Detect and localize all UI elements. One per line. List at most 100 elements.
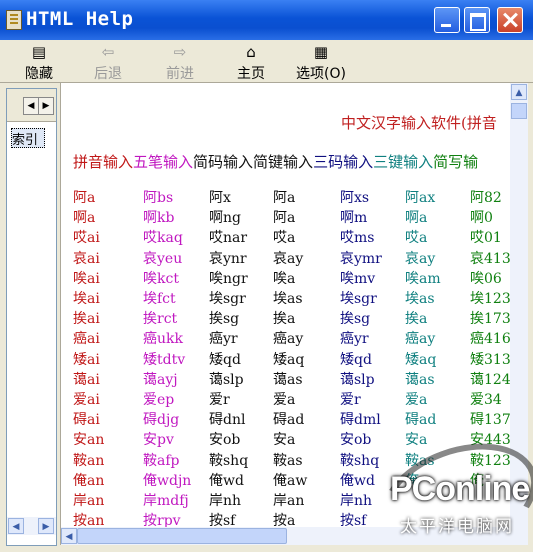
grid-cell: 啊a xyxy=(405,210,428,227)
grid-cell: 癌416 xyxy=(470,331,511,348)
back-button[interactable]: ⇦ 后退 xyxy=(85,40,131,82)
grid-cell: 俺wd xyxy=(209,472,244,489)
grid-cell: 啊a xyxy=(73,210,96,227)
grid-cell: 挨sg xyxy=(209,311,240,328)
grid-cell: 唉ngr xyxy=(209,270,248,287)
grid-cell: 阿a xyxy=(273,210,296,227)
grid-cell: 唉ai xyxy=(73,270,100,287)
category-label: 简码输入 xyxy=(193,153,254,171)
grid-cell: 碍ad xyxy=(273,412,305,429)
nav-horizontal-scrollbar[interactable]: ◀ ▶ xyxy=(7,517,56,535)
grid-cell: 癌yr xyxy=(340,331,369,348)
grid-cell: 挨rct xyxy=(143,311,178,328)
grid-cell: 唉06 xyxy=(470,270,502,287)
grid-cell: 俺wdjn xyxy=(143,472,192,489)
grid-cell: 埃as xyxy=(273,291,303,307)
category-label: 五笔输入 xyxy=(133,153,194,171)
grid-cell: 挨173 xyxy=(470,311,511,328)
forward-arrow-icon: ⇨ xyxy=(173,43,187,61)
grid-cell: 碍ad xyxy=(405,412,437,429)
tab-scroll-left-button[interactable]: ◀ xyxy=(23,97,39,115)
category-label: 拼音输入 xyxy=(73,153,134,171)
title-bar[interactable]: HTML Help xyxy=(0,0,533,40)
home-button[interactable]: ⌂ 主页 xyxy=(228,40,274,82)
grid-cell: 癌ay xyxy=(273,331,304,348)
grid-cell: 唉am xyxy=(405,270,441,287)
forward-button[interactable]: ⇨ 前进 xyxy=(157,40,203,82)
category-label: 简写输 xyxy=(433,153,479,171)
scroll-left-button[interactable]: ◀ xyxy=(61,528,77,544)
grid-cell: 啊ng xyxy=(209,210,241,227)
grid-cell: 俺an xyxy=(73,472,105,489)
grid-cell: 阿ax xyxy=(405,190,436,206)
tab-index[interactable]: 索引 xyxy=(11,128,45,148)
horizontal-scroll-thumb[interactable] xyxy=(77,528,287,544)
grid-cell: 爱34 xyxy=(470,392,502,408)
pconline-watermark: PConline 太平洋电脑网 xyxy=(338,423,533,552)
maximize-button[interactable] xyxy=(464,7,490,33)
vertical-scroll-thumb[interactable] xyxy=(511,103,527,119)
hide-label: 隐藏 xyxy=(25,66,53,82)
grid-cell: 阿82 xyxy=(470,190,502,206)
grid-cell: 挨ai xyxy=(73,311,100,328)
grid-cell: 鞍shq xyxy=(209,452,249,469)
grid-cell: 唉kct xyxy=(143,270,179,287)
grid-cell: 阿xs xyxy=(340,190,370,206)
grid-cell: 哎a xyxy=(405,230,428,247)
grid-cell: 埃sgr xyxy=(209,291,246,307)
grid-cell: 矮aq xyxy=(273,351,305,368)
grid-cell: 矮qd xyxy=(340,351,372,368)
grid-cell: 哀ay xyxy=(405,250,436,267)
grid-cell: 鞍afp xyxy=(143,452,180,469)
grid-cell: 碍dml xyxy=(340,412,381,429)
grid-cell: 蔼as xyxy=(405,371,435,388)
grid-cell: 鞍as xyxy=(273,452,303,469)
home-label: 主页 xyxy=(237,66,265,82)
minimize-button[interactable] xyxy=(434,7,460,33)
grid-cell: 爱r xyxy=(209,392,230,408)
grid-cell: 岸nh xyxy=(209,493,242,509)
nav-scroll-right-button[interactable]: ▶ xyxy=(38,518,54,534)
grid-cell: 蔼124 xyxy=(470,371,511,388)
grid-cell: 挨a xyxy=(405,311,428,328)
grid-cell: 挨a xyxy=(273,311,296,328)
hide-button[interactable]: ▤ 隐藏 xyxy=(14,40,64,82)
close-button[interactable] xyxy=(497,7,523,33)
grid-cell: 埃123 xyxy=(470,291,511,307)
grid-cell: 爱a xyxy=(273,392,296,408)
grid-cell: 俺aw xyxy=(273,472,308,489)
grid-cell: 岸an xyxy=(273,493,305,509)
options-icon: ▦ xyxy=(313,43,329,61)
category-row: 拼音输入五笔输入简码输入简键输入三码输入三键输入简写输 xyxy=(73,151,478,172)
grid-cell: 唉mv xyxy=(340,270,376,287)
grid-cell: 癌ai xyxy=(73,331,100,348)
hide-pane-icon: ▤ xyxy=(31,43,47,61)
scroll-up-button[interactable]: ▲ xyxy=(511,84,527,100)
grid-cell: 鞍an xyxy=(73,452,105,469)
grid-cell: 碍ai xyxy=(73,412,100,429)
nav-scroll-left-button[interactable]: ◀ xyxy=(8,518,24,534)
grid-cell: 安ob xyxy=(209,432,241,449)
grid-cell: 埃sgr xyxy=(340,291,377,307)
grid-cell: 哎ai xyxy=(73,230,100,247)
grid-cell: 埃fct xyxy=(143,291,176,307)
watermark-brand: PConline xyxy=(390,470,530,508)
back-arrow-icon: ⇦ xyxy=(101,43,115,61)
grid-cell: 矮313 xyxy=(470,351,511,368)
window-title: HTML Help xyxy=(26,8,134,30)
grid-cell: 阿a xyxy=(73,190,96,206)
options-button[interactable]: ▦ 选项(O) xyxy=(290,40,352,82)
document-title: 中文汉字输入软件(拼音 xyxy=(341,114,497,132)
grid-cell: 哀ymr xyxy=(340,250,382,267)
options-label: 选项(O) xyxy=(296,66,346,82)
grid-cell: 埃ai xyxy=(73,291,100,307)
grid-cell: 啊kb xyxy=(143,210,175,227)
help-book-icon xyxy=(6,10,22,30)
forward-label: 前进 xyxy=(166,66,194,82)
tab-scroll-right-button[interactable]: ▶ xyxy=(38,97,54,115)
toolbar: ▤ 隐藏 ⇦ 后退 ⇨ 前进 ⌂ 主页 ▦ 选项(O) xyxy=(0,40,533,83)
grid-cell: 爱ep xyxy=(143,392,175,408)
grid-cell: 哀yeu xyxy=(143,250,183,267)
grid-cell: 蔼slp xyxy=(209,371,244,388)
grid-cell: 哎kaq xyxy=(143,230,183,247)
